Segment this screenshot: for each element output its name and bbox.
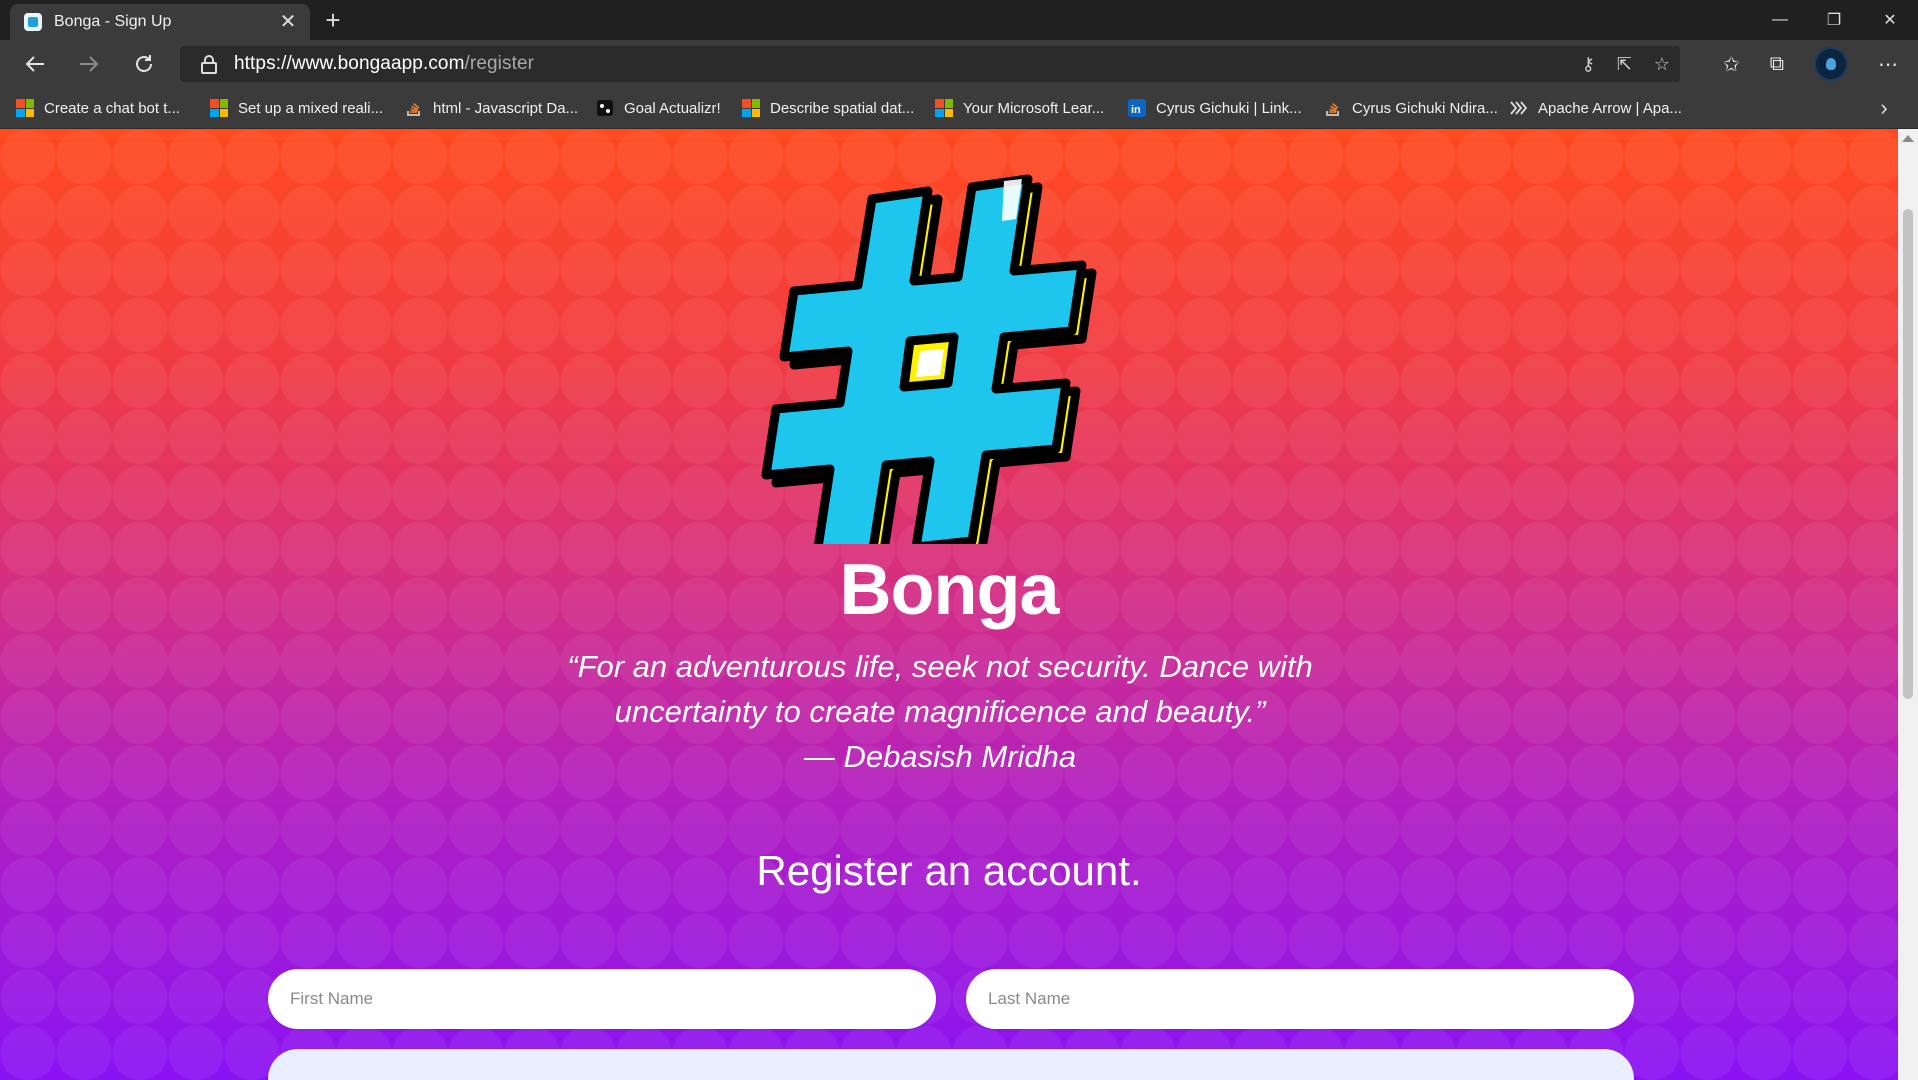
scrollbar-thumb[interactable] xyxy=(1903,209,1913,699)
stackoverflow-icon xyxy=(1326,102,1339,116)
refresh-icon xyxy=(136,55,152,72)
scroll-up-arrow-icon[interactable] xyxy=(1902,135,1914,142)
favorite-star-icon[interactable]: ☆ xyxy=(1654,54,1670,75)
favorites-bar: Create a chat bot t... Set up a mixed re… xyxy=(0,88,1918,129)
url-path: /register xyxy=(464,53,535,74)
bonga-favicon-icon xyxy=(24,13,42,31)
address-bar-actions: ⚷ ⇱ ☆ xyxy=(1582,46,1670,82)
navigation-bar: https://www.bongaapp.com/register ⚷ ⇱ ☆ … xyxy=(0,40,1918,88)
bookmark-label: Apache Arrow | Apa... xyxy=(1538,99,1682,117)
bookmark-item[interactable]: Apache Arrow | Apa... xyxy=(1510,88,1682,128)
key-icon[interactable]: ⚷ xyxy=(1582,54,1595,75)
restore-button[interactable]: ❐ xyxy=(1806,0,1862,40)
bookmark-item[interactable]: Your Microsoft Lear... xyxy=(935,88,1104,128)
bookmark-label: Cyrus Gichuki Ndira... xyxy=(1352,99,1498,117)
new-tab-button[interactable]: + xyxy=(318,6,348,36)
bookmark-label: Describe spatial dat... xyxy=(770,99,915,117)
lock-icon xyxy=(201,55,217,74)
bookmark-label: Create a chat bot t... xyxy=(44,99,180,117)
close-tab-icon[interactable]: ✕ xyxy=(276,10,300,34)
back-button[interactable] xyxy=(18,48,52,80)
address-bar[interactable]: https://www.bongaapp.com/register ⚷ ⇱ ☆ xyxy=(180,46,1680,82)
bookmark-item[interactable]: Create a chat bot t... xyxy=(16,88,180,128)
brand-title: Bonga xyxy=(839,550,1060,630)
microsoft-icon xyxy=(742,99,760,117)
first-name-input[interactable] xyxy=(268,969,936,1029)
quote-text: “For an adventurous life, seek not secur… xyxy=(567,649,1313,729)
email-input[interactable] xyxy=(268,1049,1634,1080)
microsoft-icon xyxy=(16,99,34,117)
hashtag-logo xyxy=(761,174,1097,544)
last-name-input[interactable] xyxy=(966,969,1634,1029)
bookmark-item[interactable]: Cyrus Gichuki Ndira... xyxy=(1324,88,1498,128)
minimize-button[interactable]: — xyxy=(1752,0,1808,40)
tab-title: Bonga - Sign Up xyxy=(54,13,172,30)
quote-author: — Debasish Mridha xyxy=(803,739,1077,774)
stackoverflow-icon xyxy=(407,102,420,116)
forward-arrow-icon xyxy=(80,56,99,72)
bookmark-label: html - Javascript Da... xyxy=(433,99,579,117)
register-heading: Register an account. xyxy=(756,847,1142,894)
favorites-icon[interactable]: ✩ xyxy=(1723,52,1740,77)
page-viewport: Bonga “For an adventurous life, seek not… xyxy=(0,129,1898,1080)
toolbar-right: ✩ ⧉ ⋯ xyxy=(1723,47,1898,81)
bookmark-label: Cyrus Gichuki | Link... xyxy=(1156,99,1302,117)
refresh-button[interactable] xyxy=(127,48,161,80)
bookmark-item[interactable]: html - Javascript Da... xyxy=(405,88,578,128)
profile-avatar[interactable] xyxy=(1814,47,1848,81)
more-menu-icon[interactable]: ⋯ xyxy=(1878,52,1898,77)
close-window-button[interactable]: ✕ xyxy=(1862,0,1918,40)
bookmark-label: Goal Actualizr! xyxy=(624,99,721,117)
arrow-icon xyxy=(1510,101,1528,115)
more-bookmarks-chevron-icon[interactable]: › xyxy=(1872,96,1896,120)
open-in-app-icon[interactable]: ⇱ xyxy=(1617,54,1632,75)
quote-block: “For an adventurous life, seek not secur… xyxy=(560,644,1320,779)
bookmark-item[interactable]: Describe spatial dat... xyxy=(742,88,914,128)
bookmark-item[interactable]: Set up a mixed reali... xyxy=(210,88,383,128)
collections-icon[interactable]: ⧉ xyxy=(1770,53,1784,76)
tab-bonga[interactable]: Bonga - Sign Up ✕ xyxy=(10,4,310,40)
linkedin-icon: in xyxy=(1128,99,1146,117)
bookmark-item[interactable]: Goal Actualizr! xyxy=(596,88,721,128)
back-arrow-icon xyxy=(25,56,44,72)
url-text: https://www.bongaapp.com/register xyxy=(234,53,534,75)
microsoft-icon xyxy=(935,99,953,117)
microsoft-icon xyxy=(210,99,228,117)
bookmark-label: Set up a mixed reali... xyxy=(238,99,384,117)
title-bar: Bonga - Sign Up ✕ + — ❐ ✕ xyxy=(0,0,1918,40)
bookmark-item[interactable]: in Cyrus Gichuki | Link... xyxy=(1128,88,1302,128)
vertical-scrollbar[interactable] xyxy=(1898,129,1918,1080)
github-icon xyxy=(597,100,613,116)
bookmark-label: Your Microsoft Lear... xyxy=(963,99,1105,117)
url-domain: https://www.bongaapp.com xyxy=(234,53,465,74)
svg-text:in: in xyxy=(1131,104,1141,116)
forward-button[interactable] xyxy=(72,48,106,80)
